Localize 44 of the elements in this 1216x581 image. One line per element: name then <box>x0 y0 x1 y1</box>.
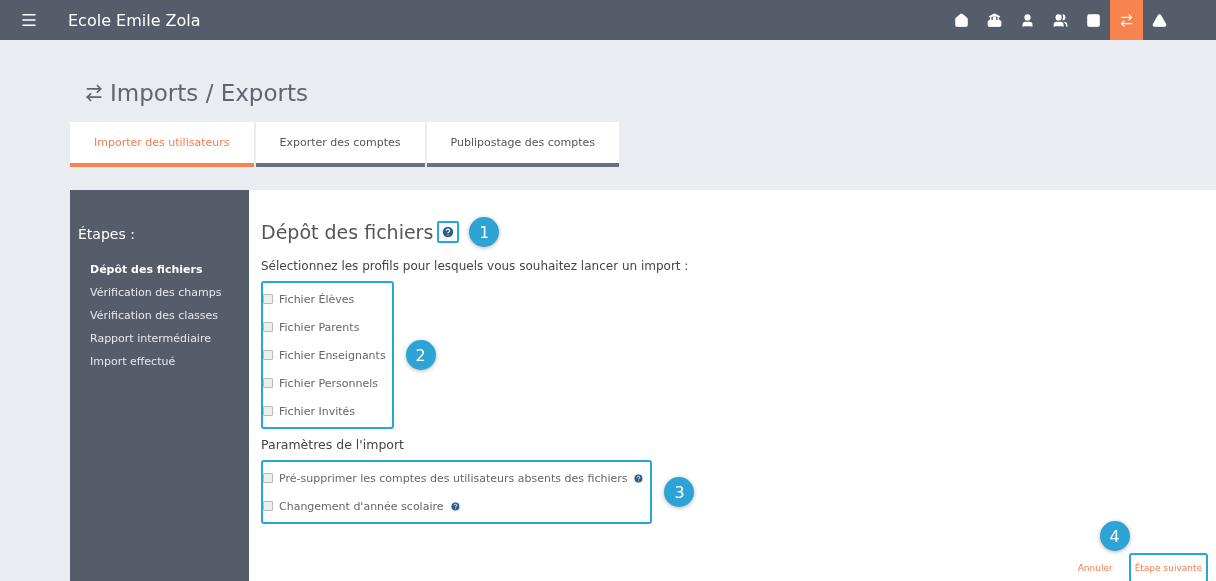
swap-arrows-icon <box>1119 12 1134 28</box>
checkbox-label: Fichier Invités <box>279 404 356 418</box>
checkbox[interactable] <box>263 294 273 304</box>
checkbox[interactable] <box>263 406 273 416</box>
tab[interactable]: Publipostage des comptes <box>426 122 620 167</box>
checkbox[interactable] <box>263 473 273 483</box>
step-item: Vérification des champs <box>89 285 223 301</box>
cancel-button[interactable]: Annuler <box>1071 557 1119 579</box>
profiles-prompt: Sélectionnez les profils pour lesquels vous souhaitez lancer un import : <box>261 259 690 273</box>
checkbox-label: Fichier Enseignants <box>279 348 386 362</box>
checkbox[interactable] <box>263 322 273 332</box>
params-heading: Paramètres de l'import <box>261 437 406 452</box>
steps-heading: Étapes : <box>78 226 136 242</box>
help-icon[interactable] <box>449 500 461 512</box>
checkbox-label: Fichier Élèves <box>279 292 355 306</box>
user-icon <box>1020 12 1035 28</box>
checkbox-label: Changement d'année scolaire <box>279 499 444 513</box>
home-icon <box>954 12 969 28</box>
checkbox-label: Fichier Parents <box>279 320 360 334</box>
step-item: Import effectué <box>89 354 177 370</box>
checkbox-label: Pré-supprimer les comptes des utilisateurs absents des fichiers <box>279 471 628 485</box>
checkbox[interactable] <box>263 350 273 360</box>
checkbox[interactable] <box>263 378 273 388</box>
warning-icon <box>1152 12 1167 28</box>
next-step-button[interactable]: Étape suivante <box>1128 553 1208 581</box>
step-item: Rapport intermédiaire <box>89 331 212 347</box>
callout-number: 4 <box>1099 521 1130 551</box>
school-icon <box>987 12 1002 28</box>
checkbox[interactable] <box>263 501 273 511</box>
section-title: Dépôt des fichiers <box>261 221 434 243</box>
help-icon[interactable] <box>633 472 645 484</box>
tab[interactable]: Exporter des comptes <box>255 122 425 167</box>
school-name: Ecole Emile Zola <box>68 10 202 30</box>
swap-arrows-icon <box>84 83 104 103</box>
callout-number: 2 <box>405 340 436 370</box>
callout-number: 3 <box>664 477 695 507</box>
callout-number: 1 <box>469 217 500 247</box>
step-item: Vérification des classes <box>89 308 220 324</box>
step-item: Dépôt des fichiers <box>89 262 204 278</box>
users-icon <box>1053 12 1068 28</box>
checkbox-label: Fichier Personnels <box>279 376 378 390</box>
tab[interactable]: Importer des utilisateurs <box>70 122 254 167</box>
page-title: Imports / Exports <box>110 80 308 106</box>
menu-icon[interactable] <box>20 11 38 29</box>
